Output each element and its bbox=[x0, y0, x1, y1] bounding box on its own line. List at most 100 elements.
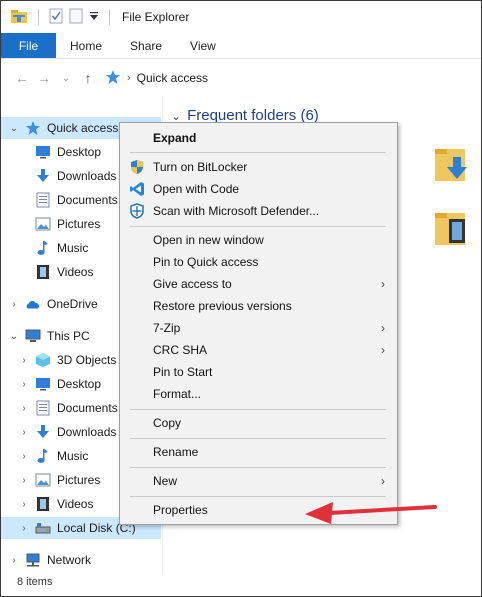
collapsed-chevron-icon[interactable]: › bbox=[17, 355, 31, 366]
nav-label: OneDrive bbox=[47, 297, 98, 311]
menu-item-label: Scan with Microsoft Defender... bbox=[153, 204, 320, 218]
collapsed-chevron-icon[interactable]: › bbox=[17, 523, 31, 534]
menu-item-7-zip[interactable]: 7-Zip › bbox=[120, 317, 397, 339]
nav-label: Pictures bbox=[57, 473, 101, 487]
address-bar-row: ← → ⌄ ↑ › Quick access bbox=[1, 59, 481, 97]
vscode-icon bbox=[129, 181, 145, 197]
nav-item-network[interactable]: › Network bbox=[1, 549, 161, 571]
folder-tile-downloads[interactable] bbox=[431, 143, 471, 188]
expanded-chevron-icon[interactable]: ⌄ bbox=[7, 331, 21, 342]
back-arrow-icon[interactable]: ← bbox=[11, 70, 33, 86]
submenu-arrow-icon: › bbox=[381, 321, 385, 335]
document-icon bbox=[35, 400, 51, 416]
menu-item-expand[interactable]: Expand bbox=[120, 127, 397, 149]
menu-item-give-access-to[interactable]: Give access to › bbox=[120, 273, 397, 295]
pc-icon bbox=[25, 328, 41, 344]
menu-item-label: Pin to Quick access bbox=[153, 255, 259, 269]
toolbar-divider bbox=[38, 9, 39, 25]
menu-item-label: Open in new window bbox=[153, 233, 264, 247]
menu-item-copy[interactable]: Copy bbox=[120, 412, 397, 434]
quick-access-star-icon bbox=[105, 69, 121, 88]
menu-item-label: Open with Code bbox=[153, 182, 240, 196]
recent-locations-chevron-icon[interactable]: ⌄ bbox=[55, 73, 77, 84]
nav-label: Quick access bbox=[47, 121, 119, 135]
explorer-app-icon[interactable] bbox=[10, 8, 28, 27]
tab-file[interactable]: File bbox=[1, 33, 56, 58]
video-icon bbox=[35, 264, 51, 280]
music-icon bbox=[35, 240, 51, 256]
nav-label: Pictures bbox=[57, 217, 101, 231]
nav-label: Music bbox=[57, 241, 89, 255]
menu-item-crc-sha[interactable]: CRC SHA › bbox=[120, 339, 397, 361]
tab-home[interactable]: Home bbox=[56, 33, 116, 58]
submenu-arrow-icon: › bbox=[381, 277, 385, 291]
menu-item-pin-to-start[interactable]: Pin to Start bbox=[120, 361, 397, 383]
menu-item-label: Expand bbox=[153, 131, 197, 145]
nav-label: Downloads bbox=[57, 169, 117, 183]
folder-video-icon bbox=[435, 213, 465, 245]
cube-icon bbox=[35, 352, 51, 368]
submenu-arrow-icon: › bbox=[381, 343, 385, 357]
expanded-chevron-icon[interactable]: ⌄ bbox=[7, 123, 21, 134]
nav-label: Videos bbox=[57, 265, 94, 279]
tab-view[interactable]: View bbox=[176, 33, 230, 58]
nav-label: Desktop bbox=[57, 377, 102, 391]
collapsed-chevron-icon[interactable]: › bbox=[17, 427, 31, 438]
collapsed-chevron-icon[interactable]: › bbox=[17, 403, 31, 414]
address-box[interactable]: › Quick access bbox=[105, 66, 477, 90]
menu-item-label: Properties bbox=[153, 503, 208, 517]
menu-item-scan-with-defender[interactable]: Scan with Microsoft Defender... bbox=[120, 200, 397, 222]
nav-label: This PC bbox=[47, 329, 90, 343]
menu-item-label: Pin to Start bbox=[153, 365, 213, 379]
menu-separator bbox=[130, 409, 386, 410]
download-icon bbox=[35, 168, 51, 184]
folder-tile-videos[interactable] bbox=[431, 207, 471, 252]
menu-item-new[interactable]: New › bbox=[120, 470, 397, 492]
collapsed-chevron-icon[interactable]: › bbox=[17, 379, 31, 390]
collapsed-chevron-icon[interactable]: › bbox=[7, 555, 21, 566]
submenu-arrow-icon: › bbox=[381, 474, 385, 488]
menu-item-pin-to-quick-access[interactable]: Pin to Quick access bbox=[120, 251, 397, 273]
properties-check-icon[interactable] bbox=[49, 8, 63, 27]
collapsed-chevron-icon[interactable]: › bbox=[17, 499, 31, 510]
menu-item-label: Restore previous versions bbox=[153, 299, 292, 313]
annotation-arrow-icon bbox=[305, 502, 437, 524]
title-bar: File Explorer bbox=[1, 1, 481, 33]
menu-item-turn-on-bitlocker[interactable]: Turn on BitLocker bbox=[120, 156, 397, 178]
toolbar-divider bbox=[109, 9, 110, 25]
collapsed-chevron-icon[interactable]: › bbox=[7, 299, 21, 310]
download-icon bbox=[35, 424, 51, 440]
menu-item-open-in-new-window[interactable]: Open in new window bbox=[120, 229, 397, 251]
nav-label: Documents bbox=[57, 193, 118, 207]
video-icon bbox=[35, 496, 51, 512]
menu-item-format[interactable]: Format... bbox=[120, 383, 397, 405]
menu-item-label: New bbox=[153, 474, 178, 488]
menu-separator bbox=[130, 226, 386, 227]
menu-item-open-with-code[interactable]: Open with Code bbox=[120, 178, 397, 200]
star-icon bbox=[25, 120, 41, 136]
menu-item-restore-previous-versions[interactable]: Restore previous versions bbox=[120, 295, 397, 317]
music-icon bbox=[35, 448, 51, 464]
customize-toolbar-dropdown-icon[interactable] bbox=[89, 10, 99, 25]
forward-arrow-icon[interactable]: → bbox=[33, 70, 55, 86]
tab-share[interactable]: Share bbox=[116, 33, 176, 58]
menu-item-rename[interactable]: Rename bbox=[120, 441, 397, 463]
nav-label: Downloads bbox=[57, 425, 117, 439]
up-arrow-icon[interactable]: ↑ bbox=[77, 70, 99, 86]
nav-label: Music bbox=[57, 449, 89, 463]
shield-icon bbox=[129, 159, 145, 175]
ribbon-tabs: File Home Share View bbox=[1, 33, 481, 59]
new-folder-icon[interactable] bbox=[69, 8, 83, 27]
group-collapse-chevron-icon[interactable]: ⌄ bbox=[171, 109, 181, 123]
quick-access-toolbar bbox=[10, 8, 114, 27]
breadcrumb-separator-icon[interactable]: › bbox=[127, 72, 131, 84]
menu-item-label: Format... bbox=[153, 387, 202, 401]
desktop-icon bbox=[35, 144, 51, 160]
collapsed-chevron-icon[interactable]: › bbox=[17, 475, 31, 486]
collapsed-chevron-icon[interactable]: › bbox=[17, 451, 31, 462]
breadcrumb-quick-access[interactable]: Quick access bbox=[137, 71, 208, 85]
context-menu: Expand Turn on BitLocker Open with Code … bbox=[119, 122, 398, 525]
menu-separator bbox=[130, 152, 386, 153]
picture-icon bbox=[35, 472, 51, 488]
cloud-icon bbox=[25, 296, 41, 312]
